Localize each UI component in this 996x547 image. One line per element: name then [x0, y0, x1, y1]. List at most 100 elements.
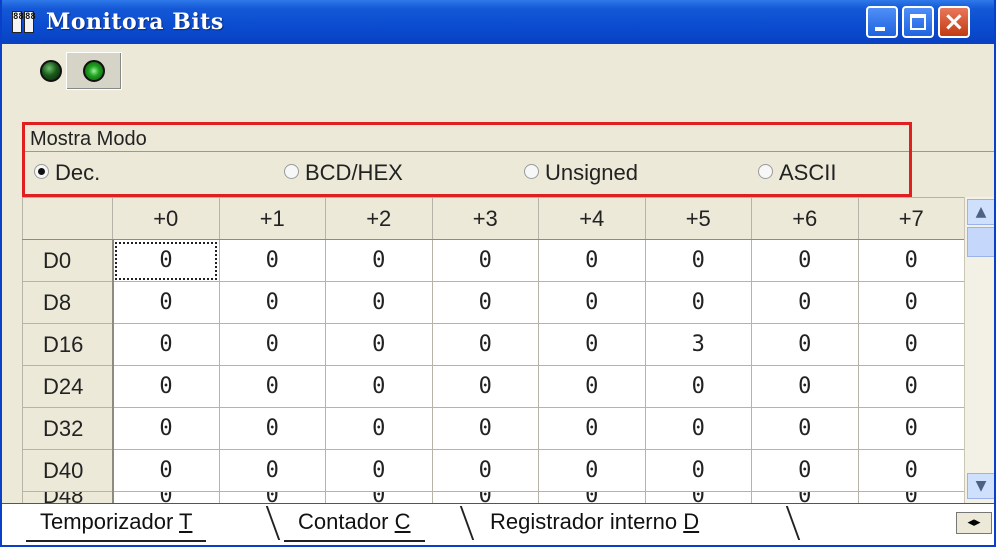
monitor-toggle-button[interactable]	[66, 52, 122, 90]
close-button[interactable]: ×	[938, 6, 970, 38]
row-header: D32	[22, 407, 114, 450]
register-cell[interactable]: 0	[112, 239, 220, 282]
register-cell[interactable]: 0	[857, 323, 965, 366]
register-cell[interactable]: 0	[751, 323, 859, 366]
register-cell[interactable]: 0	[644, 239, 752, 282]
register-cell[interactable]: 0	[431, 407, 539, 450]
register-cell[interactable]: 0	[538, 365, 646, 408]
register-cell[interactable]: 0	[325, 239, 433, 282]
column-header: +0	[112, 197, 220, 240]
register-cell[interactable]: 0	[112, 281, 220, 324]
app-icon: 88 88	[12, 11, 36, 33]
register-cell[interactable]: 0	[325, 323, 433, 366]
register-cell[interactable]: 0	[218, 449, 326, 492]
window-title: Monitora Bits	[46, 9, 224, 35]
scroll-thumb[interactable]	[967, 227, 994, 257]
row-header: D40	[22, 449, 114, 492]
register-cell[interactable]: 0	[751, 281, 859, 324]
register-cell[interactable]: 0	[751, 449, 859, 492]
app-icon-glyph: 88	[24, 11, 36, 33]
register-cell[interactable]: 0	[857, 239, 965, 282]
row-header: D0	[22, 239, 114, 282]
column-header: +1	[218, 197, 326, 240]
register-cell[interactable]: 0	[112, 365, 220, 408]
tab-registrador-interno[interactable]: Registrador interno D	[476, 506, 713, 540]
status-led-icon[interactable]	[40, 60, 62, 82]
register-cell[interactable]: 0	[857, 407, 965, 450]
register-cell[interactable]: 0	[112, 449, 220, 492]
register-tabs: Temporizador T Contador C Registrador in…	[2, 503, 994, 545]
tab-divider	[265, 506, 281, 540]
register-cell[interactable]: 0	[218, 281, 326, 324]
register-cell[interactable]: 0	[218, 323, 326, 366]
tab-label: Contador	[298, 509, 389, 534]
register-cell[interactable]: 0	[644, 281, 752, 324]
register-cell[interactable]: 0	[218, 239, 326, 282]
tab-contador[interactable]: Contador C	[284, 506, 425, 542]
maximize-icon	[910, 14, 926, 30]
register-cell[interactable]: 0	[538, 407, 646, 450]
register-cell[interactable]: 0	[112, 407, 220, 450]
register-table: +0 +1 +2 +3 +4 +5 +6 +7 D0 0 0 0 0 0 0 0 0 D8 0 0 0 0…	[22, 197, 965, 505]
tab-divider	[459, 506, 475, 540]
register-cell[interactable]: 0	[538, 281, 646, 324]
tab-hotkey: T	[179, 509, 193, 534]
register-cell[interactable]: 0	[538, 449, 646, 492]
register-cell[interactable]: 3	[644, 323, 752, 366]
register-cell[interactable]: 0	[751, 365, 859, 408]
tab-hotkey: D	[683, 509, 700, 534]
register-cell[interactable]: 0	[857, 281, 965, 324]
vertical-scrollbar[interactable]: ▲ ▼	[964, 197, 994, 503]
tab-temporizador[interactable]: Temporizador T	[26, 506, 207, 542]
register-cell[interactable]: 0	[644, 365, 752, 408]
table-row: D8 0 0 0 0 0 0 0 0	[22, 281, 965, 324]
column-header: +3	[431, 197, 539, 240]
register-cell[interactable]: 0	[325, 407, 433, 450]
toolbar	[2, 44, 994, 122]
register-cell[interactable]: 0	[325, 281, 433, 324]
register-cell[interactable]: 0	[431, 449, 539, 492]
register-cell[interactable]: 0	[538, 239, 646, 282]
status-led-active-icon	[83, 60, 105, 82]
table-row: D32 0 0 0 0 0 0 0 0	[22, 407, 965, 450]
row-header: D24	[22, 365, 114, 408]
highlight-box	[22, 122, 912, 197]
register-cell[interactable]: 0	[325, 449, 433, 492]
tab-divider	[785, 506, 801, 540]
table-row: D24 0 0 0 0 0 0 0 0	[22, 365, 965, 408]
tab-scroll-icon[interactable]: ◂▸	[956, 512, 992, 534]
register-cell[interactable]: 0	[644, 407, 752, 450]
scroll-down-icon[interactable]: ▼	[967, 473, 994, 499]
register-cell[interactable]: 0	[431, 239, 539, 282]
register-cell[interactable]: 0	[857, 449, 965, 492]
register-cell[interactable]: 0	[431, 281, 539, 324]
close-icon: ×	[943, 7, 965, 37]
table-row: D16 0 0 0 0 0 3 0 0	[22, 323, 965, 366]
register-cell[interactable]: 0	[112, 323, 220, 366]
column-header: +2	[325, 197, 433, 240]
register-cell[interactable]: 0	[751, 239, 859, 282]
monitor-window: 88 88 Monitora Bits × Mostra Modo Dec. B…	[0, 0, 996, 547]
scroll-up-icon[interactable]: ▲	[967, 199, 994, 225]
row-header: D8	[22, 281, 114, 324]
tab-label: Temporizador	[40, 509, 174, 534]
table-row: D40 0 0 0 0 0 0 0 0	[22, 449, 965, 492]
register-cell[interactable]: 0	[218, 365, 326, 408]
register-cell[interactable]: 0	[431, 323, 539, 366]
maximize-button[interactable]	[902, 6, 934, 38]
column-header: +6	[751, 197, 859, 240]
register-cell[interactable]: 0	[644, 449, 752, 492]
register-cell[interactable]: 0	[325, 365, 433, 408]
row-header: D16	[22, 323, 114, 366]
tab-hotkey: C	[394, 509, 411, 534]
register-cell[interactable]: 0	[538, 323, 646, 366]
minimize-button[interactable]	[866, 6, 898, 38]
column-header: +5	[644, 197, 752, 240]
register-cell[interactable]: 0	[431, 365, 539, 408]
column-header: +7	[857, 197, 965, 240]
register-cell[interactable]: 0	[218, 407, 326, 450]
table-corner	[22, 197, 113, 240]
register-cell[interactable]: 0	[751, 407, 859, 450]
title-bar[interactable]: 88 88 Monitora Bits ×	[2, 0, 994, 44]
register-cell[interactable]: 0	[857, 365, 965, 408]
